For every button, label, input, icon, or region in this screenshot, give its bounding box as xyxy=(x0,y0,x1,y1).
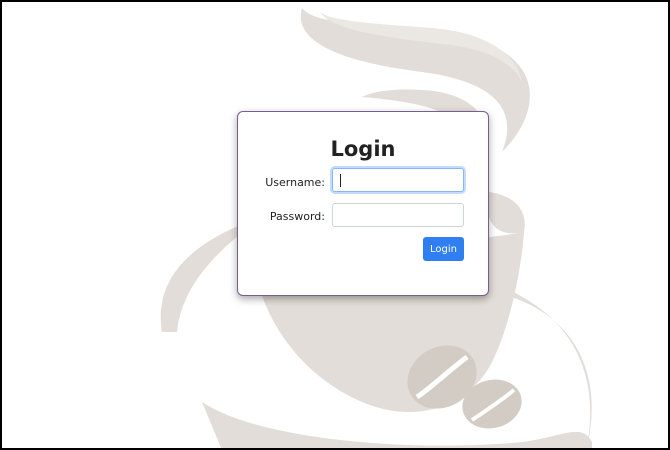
username-label: Username: xyxy=(265,176,325,189)
login-button[interactable]: Login xyxy=(423,237,464,261)
login-card: Login Username: Password: Login xyxy=(237,111,489,296)
text-cursor xyxy=(340,174,341,187)
page-frame: Login Username: Password: Login xyxy=(0,0,670,450)
password-label: Password: xyxy=(269,210,325,223)
username-input[interactable] xyxy=(332,168,464,192)
login-title: Login xyxy=(330,137,396,161)
password-input[interactable] xyxy=(332,203,464,227)
